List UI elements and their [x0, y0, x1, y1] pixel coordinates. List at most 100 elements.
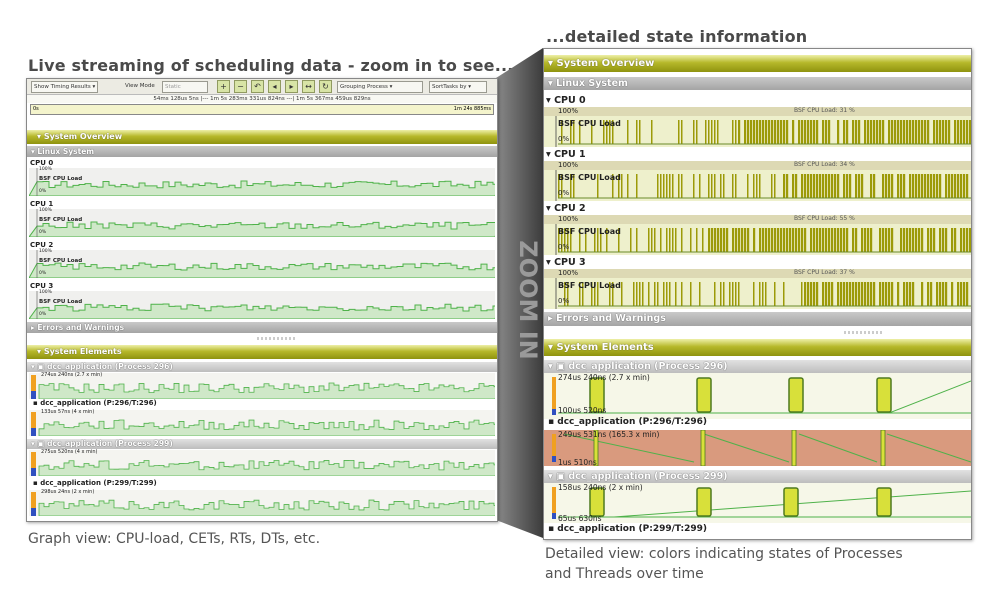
axis-max: 100% [39, 167, 52, 172]
back-icon[interactable]: ◂ [268, 80, 281, 93]
cpu-header[interactable]: CPU 3 [30, 282, 53, 290]
errors-warnings-header[interactable]: ▸ Errors and Warnings [27, 322, 497, 333]
process-299-header[interactable]: ▾ ▣ dcc_application (Process 299) [544, 470, 971, 483]
axis-max: 100% [39, 208, 52, 213]
cpu-load-label: BSF CPU Load [558, 173, 621, 182]
process-299-max: 158us 240ns (2 x min) [558, 483, 643, 492]
cpu-load-note: BSF CPU Load: 31 % [794, 107, 855, 114]
right-caption-line1: Detailed view: colors indicating states … [545, 546, 903, 562]
thread-title[interactable]: ▪ dcc_application (P:296/T:296) [33, 399, 157, 407]
process-timing-value: 274us 240ns (2.7 x min) [41, 372, 103, 378]
left-caption: Graph view: CPU-load, CETs, RTs, DTs, et… [28, 531, 321, 547]
process-296-header[interactable]: ▾ ▣ dcc_application (Process 296) [544, 360, 971, 373]
system-elements-header[interactable]: ▾ System Elements [27, 345, 497, 359]
cpu-load-label: BSF CPU Load [558, 119, 621, 128]
linux-system-header[interactable]: ▾ Linux System [544, 77, 971, 90]
cpu-header[interactable]: ▾ CPU 1 [546, 149, 586, 160]
axis-min: 0% [558, 189, 570, 197]
axis-max: 100% [39, 249, 52, 254]
process-icon: ▣ [556, 471, 566, 482]
axis-min: 0% [558, 135, 570, 143]
system-overview-header[interactable]: ▾ System Overview [544, 55, 971, 72]
cpu-header[interactable]: ▾ CPU 3 [546, 257, 586, 268]
cpu-header[interactable]: CPU 2 [30, 241, 53, 249]
process-timing-graph[interactable] [29, 490, 495, 516]
forward-icon[interactable]: ▸ [285, 80, 298, 93]
process-header[interactable]: ▾ ▣ dcc_application (Process 296) [27, 362, 497, 372]
process-296-min: 100us 520ns [558, 406, 607, 415]
grouping-dropdown[interactable]: Grouping Process ▾ [337, 81, 423, 93]
detailed-view-screenshot: ▾ System Overview ▾ Linux System ▸ Error… [543, 48, 972, 540]
cpu-header[interactable]: ▾ CPU 0 [546, 95, 586, 106]
graph-view-screenshot: Show Timing Results ▾ View Mode Static +… [26, 78, 498, 522]
cpu-load-note: BSF CPU Load: 55 % [794, 215, 855, 222]
zoom-out-icon[interactable]: − [234, 80, 247, 93]
process-299-min: 65us 630ns [558, 514, 602, 523]
right-caption-line2: and Threads over time [545, 566, 704, 582]
timeline-start: 0s [33, 106, 39, 112]
cpu-load-graph[interactable] [29, 209, 495, 237]
timeline-end: 1m 24s 885ms [453, 106, 491, 112]
toolbar: Show Timing Results ▾ View Mode Static +… [27, 79, 497, 95]
cpu-load-label: BSF CPU Load [39, 217, 83, 223]
cpu-header[interactable]: ▾ CPU 2 [546, 203, 586, 214]
process-icon: ▣ [37, 439, 45, 448]
axis-max: 100% [558, 107, 579, 115]
zoom-in-icon[interactable]: + [217, 80, 230, 93]
view-mode-field[interactable]: Static [162, 81, 208, 93]
time-range-info: 54ms 128us 5ns |--- 1m 5s 283ms 331us 82… [27, 95, 497, 103]
system-overview-header[interactable]: ▾ System Overview [27, 130, 497, 144]
timing-results-dropdown[interactable]: Show Timing Results ▾ [31, 81, 99, 93]
linux-system-header[interactable]: ▾ Linux System [27, 146, 497, 157]
cpu-load-note: BSF CPU Load: 34 % [794, 161, 855, 168]
process-timing-value: 133us 57ns (4 x min) [41, 409, 95, 415]
undo-icon[interactable]: ↶ [251, 80, 264, 93]
cpu-load-label: BSF CPU Load [39, 299, 83, 305]
axis-max: 100% [558, 269, 579, 277]
thread-299-title[interactable]: ▪ dcc_application (P:299/T:299) [548, 524, 707, 534]
fit-icon[interactable]: ↔ [302, 80, 315, 93]
process-296-max: 274us 240ns (2.7 x min) [558, 373, 650, 382]
thread-296-title[interactable]: ▪ dcc_application (P:296/T:296) [548, 417, 707, 427]
sort-dropdown[interactable]: SortTasks by ▾ [429, 81, 487, 93]
refresh-icon[interactable]: ↻ [319, 80, 332, 93]
thread-296-min: 1us 510ns [558, 458, 597, 467]
cpu-load-label: BSF CPU Load [39, 176, 83, 182]
cpu-load-label: BSF CPU Load [558, 281, 621, 290]
axis-max: 100% [558, 215, 579, 223]
splitter-handle[interactable] [257, 337, 297, 340]
process-timing-graph[interactable] [29, 410, 495, 436]
cpu-load-note: BSF CPU Load: 37 % [794, 269, 855, 276]
process-icon: ▣ [556, 361, 566, 372]
view-mode-label: View Mode [125, 83, 155, 89]
axis-max: 100% [39, 290, 52, 295]
axis-min: 0% [39, 271, 47, 276]
thread-icon: ▪ [33, 399, 38, 407]
thread-icon: ▪ [548, 417, 555, 427]
thread-icon: ▪ [548, 524, 555, 534]
errors-warnings-header[interactable]: ▸ Errors and Warnings [544, 312, 971, 326]
process-timing-graph[interactable] [29, 450, 495, 476]
thread-296-max: 249us 531ns (165.3 x min) [558, 430, 660, 439]
cpu-load-graph[interactable] [29, 168, 495, 196]
thread-title[interactable]: ▪ dcc_application (P:299/T:299) [33, 479, 157, 487]
cpu-load-graph[interactable] [29, 291, 495, 319]
axis-min: 0% [558, 297, 570, 305]
cpu-load-graph[interactable] [29, 250, 495, 278]
splitter-handle[interactable] [844, 331, 884, 334]
system-elements-header[interactable]: ▾ System Elements [544, 339, 971, 356]
zoom-in-label: ZOOM IN [514, 240, 542, 359]
process-timing-value: 298us 24ns (2 x min) [41, 489, 95, 495]
cpu-load-label: BSF CPU Load [39, 258, 83, 264]
cpu-load-label: BSF CPU Load [558, 227, 621, 236]
process-icon: ▣ [37, 362, 45, 371]
axis-min: 0% [39, 312, 47, 317]
axis-max: 100% [558, 161, 579, 169]
cpu-header[interactable]: CPU 1 [30, 200, 53, 208]
axis-min: 0% [39, 189, 47, 194]
process-header[interactable]: ▾ ▣ dcc_application (Process 299) [27, 439, 497, 449]
thread-icon: ▪ [33, 479, 38, 487]
axis-min: 0% [558, 243, 570, 251]
timeline-overview[interactable]: 0s 1m 24s 885ms [30, 104, 494, 115]
cpu-header[interactable]: CPU 0 [30, 159, 53, 167]
